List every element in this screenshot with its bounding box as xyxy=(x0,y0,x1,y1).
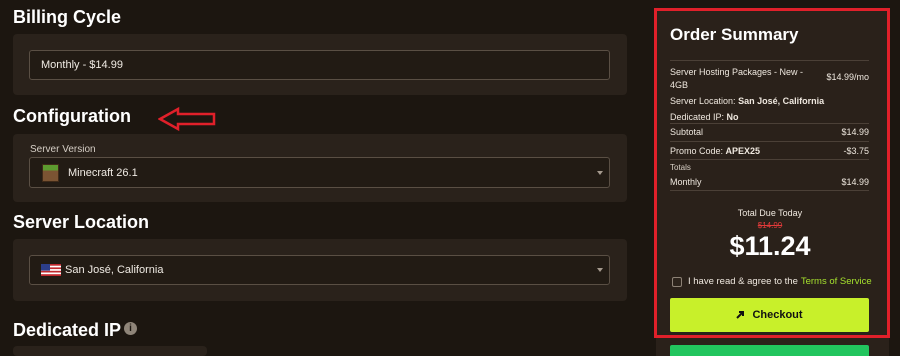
server-location-value: San José, California xyxy=(65,264,164,276)
divider xyxy=(670,159,869,160)
info-icon[interactable]: i xyxy=(124,322,137,335)
monthly-row: Monthly $14.99 xyxy=(670,177,869,187)
promo-row: Promo Code: APEX25 -$3.75 xyxy=(670,146,869,156)
terms-of-service-link[interactable]: Terms of Service xyxy=(801,276,872,287)
summary-server-location: Server Location: San José, California xyxy=(670,96,825,106)
divider xyxy=(670,60,869,61)
package-price: $14.99/mo xyxy=(826,72,869,82)
divider xyxy=(670,190,869,191)
order-summary-title: Order Summary xyxy=(670,25,799,44)
configuration-title: Configuration xyxy=(13,106,131,126)
total-due-amount: $11.24 xyxy=(729,231,811,261)
billing-cycle-panel: Monthly - $14.99 xyxy=(13,34,627,95)
billing-cycle-title: Billing Cycle xyxy=(13,7,122,27)
server-location-select[interactable]: San José, California xyxy=(29,255,610,285)
annotation-highlight-box xyxy=(654,8,890,338)
arrow-right-icon xyxy=(736,311,745,319)
server-version-value: Minecraft 26.1 xyxy=(68,166,138,179)
divider xyxy=(670,123,869,124)
subtotal-row: Subtotal $14.99 xyxy=(670,127,869,137)
terms-agree-row: I have read & agree to the Terms of Serv… xyxy=(672,276,872,287)
billing-cycle-select[interactable]: Monthly - $14.99 xyxy=(29,50,610,80)
dedicated-ip-panel xyxy=(13,346,207,356)
server-version-label: Server Version xyxy=(30,144,96,155)
total-due-label: Total Due Today xyxy=(737,208,803,218)
divider xyxy=(670,141,869,142)
chevron-down-icon xyxy=(597,268,603,272)
billing-cycle-value: Monthly - $14.99 xyxy=(41,59,123,71)
us-flag-icon xyxy=(41,264,61,276)
minecraft-grass-block-icon xyxy=(42,163,59,182)
terms-checkbox[interactable] xyxy=(672,276,682,287)
server-location-panel: San José, California xyxy=(13,239,627,301)
totals-label: Totals xyxy=(670,163,691,172)
dedicated-ip-title: Dedicated IP xyxy=(13,320,122,340)
configuration-panel: Server Version Minecraft 26.1 xyxy=(13,134,627,202)
summary-dedicated-ip: Dedicated IP: No xyxy=(670,112,739,122)
original-price: $14.99 xyxy=(757,221,783,230)
terms-agree-text: I have read & agree to the xyxy=(688,276,798,287)
checkout-button[interactable]: Checkout xyxy=(670,298,869,332)
server-location-title: Server Location xyxy=(13,212,150,232)
checkout-label: Checkout xyxy=(752,309,803,321)
package-name: Server Hosting Packages - New - 4GB xyxy=(670,67,804,90)
server-version-select[interactable]: Minecraft 26.1 xyxy=(29,157,610,188)
secondary-button[interactable] xyxy=(670,345,869,356)
annotation-arrow-icon xyxy=(158,106,216,132)
chevron-down-icon xyxy=(597,170,603,175)
